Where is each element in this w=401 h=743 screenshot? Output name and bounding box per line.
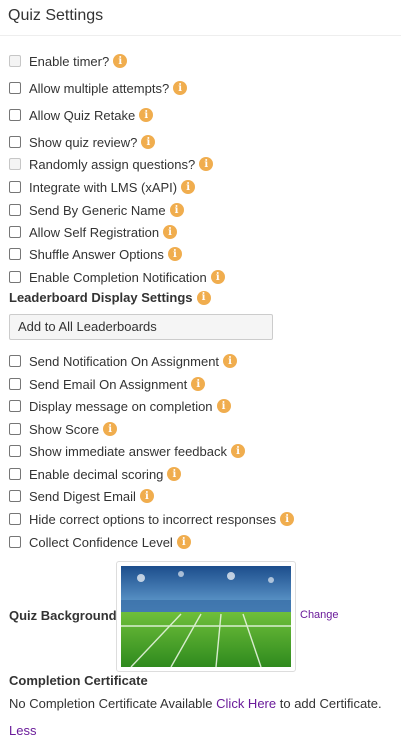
setting-label: Display message on completion: [29, 398, 213, 414]
show-less-link[interactable]: Less: [9, 723, 36, 738]
setting-checkbox[interactable]: [9, 400, 21, 412]
setting-label: Collect Confidence Level: [29, 534, 173, 550]
info-icon[interactable]: i: [103, 422, 118, 436]
info-icon[interactable]: i: [216, 399, 231, 413]
info-icon[interactable]: i: [199, 157, 214, 171]
info-icon[interactable]: i: [167, 247, 182, 261]
certificate-text-after: to add Certificate.: [276, 696, 382, 711]
completion-certificate-heading: Completion Certificate: [9, 673, 148, 688]
setting-checkbox[interactable]: [9, 271, 21, 283]
leaderboard-select[interactable]: Add to All Leaderboards: [9, 314, 273, 340]
setting-checkbox[interactable]: [9, 181, 21, 193]
setting-checkbox[interactable]: [9, 109, 21, 121]
add-certificate-link[interactable]: Click Here: [216, 696, 276, 711]
quiz-background-label: Quiz Background: [9, 608, 117, 623]
setting-label: Send Digest Email: [29, 488, 136, 504]
setting-option[interactable]: Hide correct options to incorrect respon…: [9, 510, 295, 528]
setting-option[interactable]: Show immediate answer feedback i: [9, 442, 245, 460]
setting-option[interactable]: Show quiz review? i: [9, 133, 156, 151]
info-icon[interactable]: i: [113, 54, 128, 68]
leaderboard-heading-text: Leaderboard Display Settings: [9, 290, 193, 305]
setting-checkbox: [9, 55, 21, 67]
quiz-background-thumbnail[interactable]: [116, 561, 296, 672]
setting-option[interactable]: Allow multiple attempts? i: [9, 79, 188, 97]
info-icon[interactable]: i: [139, 489, 154, 503]
setting-option[interactable]: Allow Self Registration i: [9, 223, 178, 241]
info-icon[interactable]: i: [181, 180, 196, 194]
info-icon[interactable]: i: [223, 354, 238, 368]
info-icon[interactable]: i: [173, 81, 188, 95]
setting-label: Allow Self Registration: [29, 224, 160, 240]
setting-option[interactable]: Display message on completion i: [9, 397, 231, 415]
setting-label: Enable Completion Notification: [29, 269, 207, 285]
info-icon[interactable]: i: [167, 467, 182, 481]
certificate-text-before: No Completion Certificate Available: [9, 696, 217, 711]
info-icon[interactable]: i: [141, 135, 156, 149]
info-icon[interactable]: i: [196, 290, 211, 305]
setting-label: Allow multiple attempts?: [29, 80, 170, 96]
title-divider: [0, 35, 401, 36]
setting-option[interactable]: Shuffle Answer Options i: [9, 245, 182, 263]
setting-option[interactable]: Send Notification On Assignment i: [9, 352, 238, 370]
info-icon[interactable]: i: [231, 444, 245, 458]
setting-checkbox[interactable]: [9, 248, 21, 260]
info-icon[interactable]: i: [163, 225, 178, 239]
setting-label: Enable timer?: [29, 53, 110, 69]
page-title: Quiz Settings: [8, 7, 104, 24]
setting-checkbox: [9, 158, 21, 170]
setting-checkbox[interactable]: [9, 355, 21, 367]
info-icon[interactable]: i: [139, 108, 154, 122]
setting-checkbox[interactable]: [9, 82, 21, 94]
setting-label: Show immediate answer feedback: [29, 443, 227, 459]
change-background-link[interactable]: Change: [300, 609, 339, 621]
setting-option[interactable]: Collect Confidence Level i: [9, 533, 191, 551]
setting-checkbox[interactable]: [9, 136, 21, 148]
setting-label: Show Score: [29, 421, 100, 437]
setting-checkbox[interactable]: [9, 468, 21, 480]
setting-option[interactable]: Enable Completion Notification i: [9, 268, 225, 286]
setting-checkbox[interactable]: [9, 490, 21, 502]
stadium-field-image: [121, 566, 291, 667]
setting-option[interactable]: Enable decimal scoring i: [9, 465, 182, 483]
setting-option[interactable]: Allow Quiz Retake i: [9, 106, 154, 124]
setting-option[interactable]: Randomly assign questions? i: [9, 155, 214, 173]
leaderboard-settings-heading: Leaderboard Display Settings i: [9, 290, 211, 305]
setting-label: Allow Quiz Retake: [29, 107, 136, 123]
certificate-status-text: No Completion Certificate Available Clic…: [9, 696, 382, 711]
setting-checkbox[interactable]: [9, 204, 21, 216]
setting-checkbox[interactable]: [9, 378, 21, 390]
setting-label: Enable decimal scoring: [29, 466, 164, 482]
setting-label: Show quiz review?: [29, 134, 138, 150]
setting-checkbox[interactable]: [9, 423, 21, 435]
setting-option[interactable]: Integrate with LMS (xAPI) i: [9, 178, 196, 196]
setting-label: Randomly assign questions?: [29, 156, 196, 172]
setting-checkbox[interactable]: [9, 536, 21, 548]
setting-label: Send Notification On Assignment: [29, 353, 220, 369]
setting-checkbox[interactable]: [9, 226, 21, 238]
setting-label: Send By Generic Name: [29, 202, 166, 218]
setting-checkbox[interactable]: [9, 445, 21, 457]
setting-label: Hide correct options to incorrect respon…: [29, 511, 277, 527]
setting-label: Send Email On Assignment: [29, 376, 188, 392]
setting-option[interactable]: Send Email On Assignment i: [9, 375, 206, 393]
info-icon[interactable]: i: [169, 203, 184, 217]
info-icon[interactable]: i: [210, 270, 225, 284]
setting-option[interactable]: Show Score i: [9, 420, 118, 438]
info-icon[interactable]: i: [191, 377, 206, 391]
setting-option[interactable]: Enable timer? i: [9, 52, 128, 70]
setting-label: Shuffle Answer Options: [29, 246, 164, 262]
setting-option[interactable]: Send Digest Email i: [9, 487, 154, 505]
setting-option[interactable]: Send By Generic Name i: [9, 201, 184, 219]
setting-label: Integrate with LMS (xAPI): [29, 179, 178, 195]
info-icon[interactable]: i: [280, 512, 295, 526]
setting-checkbox[interactable]: [9, 513, 21, 525]
info-icon[interactable]: i: [176, 535, 191, 549]
